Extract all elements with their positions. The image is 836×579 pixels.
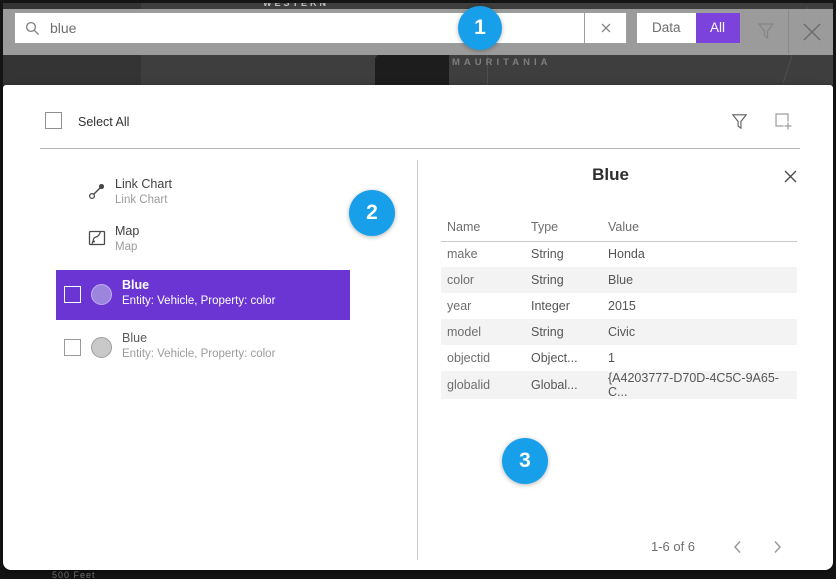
cell-type: String xyxy=(525,267,602,293)
panel-header-divider xyxy=(40,148,800,149)
result-title: Link Chart xyxy=(115,177,172,191)
cell-value: Blue xyxy=(602,267,797,293)
column-header: Value xyxy=(602,213,797,241)
map-icon xyxy=(87,228,107,248)
item-checkbox[interactable] xyxy=(64,286,81,303)
result-subtitle: Entity: Vehicle, Property: color xyxy=(122,295,275,307)
cell-type: Object... xyxy=(525,345,602,371)
item-checkbox[interactable] xyxy=(64,339,81,356)
annotation-badge-2: 2 xyxy=(349,190,395,236)
select-all-checkbox[interactable] xyxy=(45,112,62,129)
result-title: Map xyxy=(115,224,139,238)
cell-type: String xyxy=(525,241,602,267)
data-all-toggle: Data All xyxy=(636,12,741,44)
cell-value: Honda xyxy=(602,241,797,267)
pagination-label: 1-6 of 6 xyxy=(623,539,723,554)
close-search-button[interactable] xyxy=(797,17,827,47)
search-value: blue xyxy=(50,20,76,36)
results-filter-button[interactable] xyxy=(725,107,753,135)
select-all-label: Select All xyxy=(78,115,129,129)
result-subtitle: Link Chart xyxy=(115,194,172,206)
entity-circle-icon xyxy=(91,284,112,305)
column-header: Name xyxy=(441,213,525,241)
table-row: globalid Global... {A4203777-D70D-4C5C-9… xyxy=(441,371,797,399)
annotation-badge-1: 1 xyxy=(458,6,502,50)
add-selection-button[interactable] xyxy=(769,107,797,135)
result-subtitle: Entity: Vehicle, Property: color xyxy=(122,348,275,360)
filter-button[interactable] xyxy=(751,16,781,46)
cell-value: 1 xyxy=(602,345,797,371)
close-icon xyxy=(800,20,824,44)
results-panel: Select All Link Chart xyxy=(3,85,833,570)
list-item-blue-selected[interactable]: Blue Entity: Vehicle, Property: color xyxy=(56,270,350,320)
column-header: Type xyxy=(525,213,602,241)
result-subtitle: Map xyxy=(115,241,139,253)
cell-name: objectid xyxy=(441,345,525,371)
funnel-icon xyxy=(730,112,749,131)
list-item-map[interactable]: Map Map xyxy=(56,226,350,260)
pagination-next-button[interactable] xyxy=(765,535,789,559)
panel-column-divider xyxy=(417,160,418,560)
cell-name: year xyxy=(441,293,525,319)
cell-name: make xyxy=(441,241,525,267)
toolbar-divider xyxy=(788,10,789,54)
cell-value: {A4203777-D70D-4C5C-9A65-C... xyxy=(602,371,797,399)
cell-value: Civic xyxy=(602,319,797,345)
close-icon xyxy=(783,169,798,184)
cell-name: color xyxy=(441,267,525,293)
list-item-link-chart[interactable]: Link Chart Link Chart xyxy=(56,179,350,213)
search-toolbar: blue Data All xyxy=(3,9,833,55)
result-title: Blue xyxy=(122,278,275,292)
detail-close-button[interactable] xyxy=(777,163,803,189)
link-chart-icon xyxy=(87,181,107,201)
x-icon xyxy=(600,22,612,34)
map-label-mauritania: MAURITANIA xyxy=(452,57,551,68)
table-header-row: Name Type Value xyxy=(441,213,797,241)
cell-type: String xyxy=(525,319,602,345)
detail-title: Blue xyxy=(418,165,803,185)
entity-circle-icon xyxy=(91,337,112,358)
list-item-blue[interactable]: Blue Entity: Vehicle, Property: color xyxy=(56,323,350,373)
cell-value: 2015 xyxy=(602,293,797,319)
square-plus-icon xyxy=(774,112,793,131)
result-title: Blue xyxy=(122,331,275,345)
cell-type: Global... xyxy=(525,371,602,399)
cell-type: Integer xyxy=(525,293,602,319)
table-row: color String Blue xyxy=(441,267,797,293)
pagination-prev-button[interactable] xyxy=(725,535,749,559)
chevron-left-icon xyxy=(733,540,742,554)
table-row: model String Civic xyxy=(441,319,797,345)
table-row: year Integer 2015 xyxy=(441,293,797,319)
search-icon xyxy=(25,21,40,36)
funnel-icon xyxy=(756,21,776,41)
clear-search-button[interactable] xyxy=(584,12,627,44)
map-label-western: WESTERN xyxy=(263,3,329,8)
map-scale-label: 500 Feet xyxy=(52,570,96,579)
toggle-option-all[interactable]: All xyxy=(696,13,740,43)
table-row: make String Honda xyxy=(441,241,797,267)
annotation-badge-3: 3 xyxy=(502,438,548,484)
chevron-right-icon xyxy=(773,540,782,554)
attribute-table: Name Type Value make String Honda color … xyxy=(441,213,797,399)
app-window: WESTERN MAURITANIA 500 Feet blue Data Al… xyxy=(0,0,836,579)
toggle-option-data[interactable]: Data xyxy=(637,13,696,43)
cell-name: globalid xyxy=(441,371,525,399)
table-row: objectid Object... 1 xyxy=(441,345,797,371)
cell-name: model xyxy=(441,319,525,345)
